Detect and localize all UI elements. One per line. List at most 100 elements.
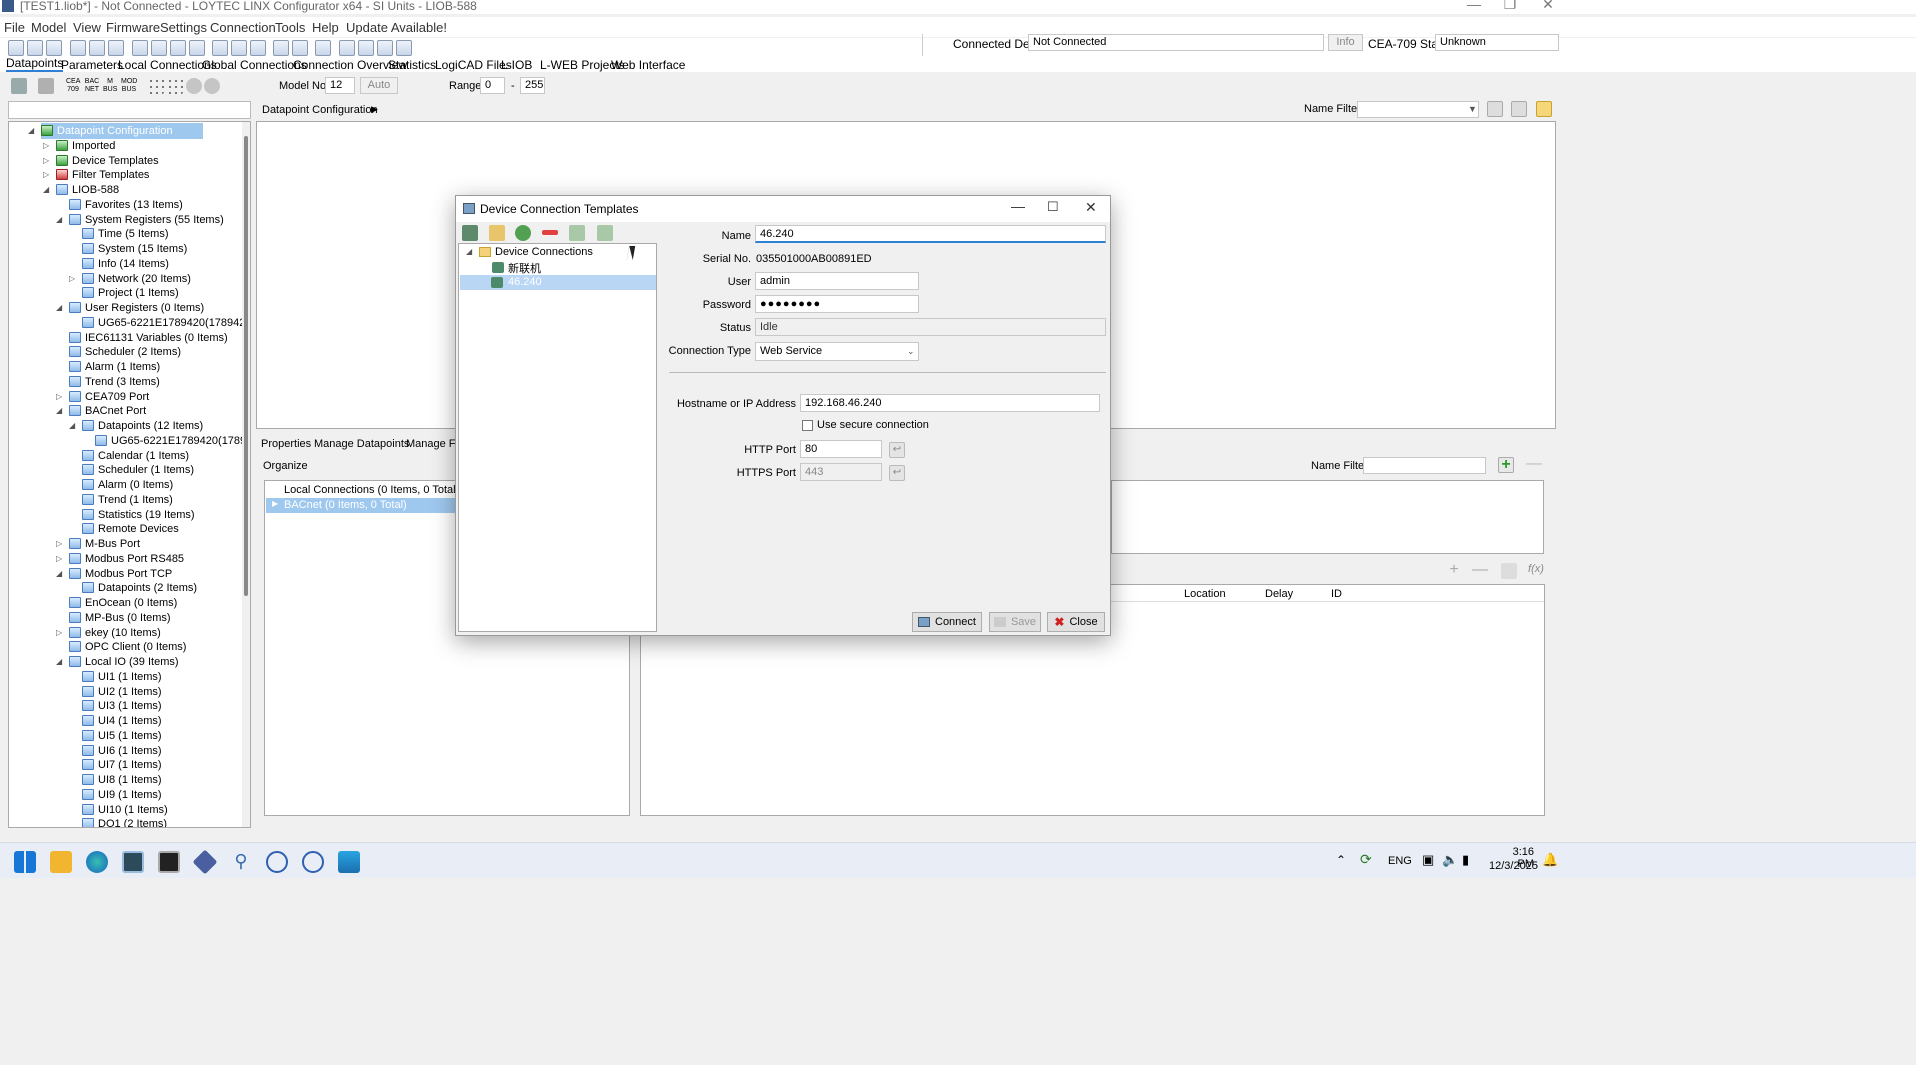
globe-icon-2[interactable] (302, 851, 324, 873)
tree-item[interactable]: ◢ Datapoints (12 Items) (69, 418, 203, 434)
tree-item[interactable]: Project (1 Items) (82, 285, 179, 301)
tree-scrollbar[interactable] (242, 122, 250, 827)
filter-options-icon[interactable] (1487, 101, 1503, 117)
tree-device-connections[interactable]: Device Connections (495, 246, 593, 258)
tree-item[interactable]: UI7 (1 Items) (82, 757, 162, 773)
tree-item[interactable]: UG65-6221E1789420(178942) (12... (95, 433, 250, 449)
tree-device-46240[interactable]: 46.240 (508, 276, 542, 288)
settings-icon[interactable] (189, 40, 205, 56)
tab-manage-datapoints[interactable]: Manage Datapoints (314, 438, 409, 450)
user-input[interactable]: admin (755, 272, 919, 290)
tree-item[interactable]: UI8 (1 Items) (82, 772, 162, 788)
grid-header-location[interactable]: Location (1184, 588, 1226, 600)
tree-item[interactable]: ▷ Network (20 Items) (69, 271, 191, 287)
grid-add-icon[interactable]: + (1446, 562, 1462, 579)
tree-item[interactable]: UI6 (1 Items) (82, 743, 162, 759)
grid-remove-icon[interactable]: — (1472, 562, 1488, 579)
edge-browser-icon[interactable] (86, 851, 108, 873)
tree-item[interactable]: IEC61131 Variables (0 Items) (69, 330, 228, 346)
connection-type-chevron-icon[interactable]: ⌄ (907, 346, 915, 357)
expand-arrow-icon[interactable]: ▷ (43, 153, 49, 169)
download-device-icon[interactable] (515, 225, 531, 241)
collapse-arrow-icon[interactable]: ◢ (28, 123, 34, 139)
grid-header-delay[interactable]: Delay (1265, 588, 1293, 600)
collapse-arrow-icon[interactable]: ◢ (43, 182, 49, 198)
bacnet-filter-button[interactable]: BAC NET (84, 78, 100, 94)
menu-connection[interactable]: Connection (210, 20, 276, 35)
hand-icon[interactable] (38, 78, 54, 94)
cea709-filter-button[interactable]: CEA 709 (66, 78, 80, 94)
tree-item[interactable]: ▷ ekey (10 Items) (56, 625, 161, 641)
tree-item[interactable]: UI5 (1 Items) (82, 728, 162, 744)
expand-arrow-icon[interactable]: ▷ (56, 389, 62, 405)
sync-icon[interactable] (204, 78, 220, 94)
menu-file[interactable]: File (4, 20, 25, 35)
paste-device-icon[interactable] (597, 225, 613, 241)
clock-date[interactable]: 12/3/2025 (1489, 860, 1538, 872)
dialog-maximize-icon[interactable]: ☐ (1047, 199, 1059, 215)
grid-dots-icon-2[interactable] (167, 78, 183, 94)
tree-item[interactable]: OPC Client (0 Items) (69, 639, 186, 655)
mbus-filter-button[interactable]: M BUS (103, 78, 117, 94)
tree-item[interactable]: EnOcean (0 Items) (69, 595, 177, 611)
tree-item[interactable]: ▷ Device Templates (43, 153, 159, 169)
folder-search-icon[interactable] (1536, 101, 1552, 117)
import-icon[interactable] (339, 40, 355, 56)
tree-item[interactable]: ◢ User Registers (0 Items) (56, 300, 204, 316)
language-indicator[interactable]: ENG (1388, 855, 1412, 867)
grid-edit-icon[interactable] (1501, 563, 1517, 579)
remove-device-icon[interactable] (542, 230, 558, 235)
collapse-arrow-icon[interactable]: ◢ (56, 654, 62, 670)
tree-item[interactable]: Alarm (0 Items) (82, 477, 173, 493)
collapse-arrow-icon[interactable]: ◢ (56, 566, 62, 582)
connect-button[interactable]: Connect (912, 612, 982, 632)
tree-search-input[interactable] (8, 101, 251, 119)
collapse-arrow-icon[interactable]: ◢ (56, 212, 62, 228)
tree-item[interactable]: ▷ Modbus Port RS485 (56, 551, 184, 567)
tree-item[interactable]: ◢ Local IO (39 Items) (56, 654, 179, 670)
expand-arrow-icon[interactable]: ▶ (272, 499, 278, 508)
list-icon[interactable] (396, 40, 412, 56)
breadcrumb[interactable]: Datapoint Configuration (262, 104, 378, 116)
app-icon-4[interactable] (338, 851, 360, 873)
app-icon-3[interactable] (192, 849, 218, 875)
tree-device-new[interactable]: 新联机 (508, 260, 541, 276)
tree-item[interactable]: Remote Devices (82, 521, 179, 537)
connection-type-select[interactable]: Web Service (755, 342, 919, 361)
tree-item[interactable]: ▷ Imported (43, 138, 115, 154)
breadcrumb-arrow-icon[interactable]: ▶ (371, 104, 378, 115)
tree-item[interactable]: Time (5 Items) (82, 226, 169, 242)
tree-item[interactable]: Alarm (1 Items) (69, 359, 160, 375)
tree-item[interactable]: Scheduler (2 Items) (69, 344, 181, 360)
print-icon[interactable] (70, 40, 86, 56)
expand-arrow-icon[interactable]: ▷ (43, 167, 49, 183)
collapse-arrow-icon[interactable]: ◢ (56, 403, 62, 419)
info-button[interactable]: Info (1328, 34, 1363, 51)
menu-model[interactable]: Model (31, 20, 66, 35)
https-port-reset-icon[interactable]: ↩ (889, 465, 905, 481)
tree-item[interactable]: UI10 (1 Items) (82, 802, 168, 818)
filter-clear-icon[interactable] (1511, 101, 1527, 117)
menu-tools[interactable]: Tools (275, 20, 305, 35)
function-icon[interactable]: f(x) (1528, 563, 1544, 579)
collapse-arrow-icon[interactable]: ◢ (69, 418, 75, 434)
device-icon[interactable] (132, 40, 148, 56)
tree-item[interactable]: ▷ Filter Templates (43, 167, 149, 183)
upload-icon[interactable] (231, 40, 247, 56)
arrow-down-icon[interactable] (292, 40, 308, 56)
menu-help[interactable]: Help (312, 20, 339, 35)
tray-sync-icon[interactable]: ⟳ (1360, 851, 1372, 868)
menu-update-available[interactable]: Update Available! (346, 20, 447, 35)
tree-item[interactable]: Info (14 Items) (82, 256, 169, 272)
tree-item[interactable]: UG65-6221E1789420(178942) (0 Ite... (82, 315, 250, 331)
arrow-up-icon[interactable] (273, 40, 289, 56)
gear-icon[interactable] (11, 78, 27, 94)
file-explorer-icon[interactable] (50, 851, 72, 873)
auto-button[interactable]: Auto (360, 77, 398, 94)
app-icon-1[interactable] (122, 851, 144, 873)
refresh-icon[interactable] (186, 78, 202, 94)
tree-item[interactable]: UI2 (1 Items) (82, 684, 162, 700)
tree-item[interactable]: Scheduler (1 Items) (82, 462, 194, 478)
tree-item[interactable]: Trend (3 Items) (69, 374, 160, 390)
save-button[interactable]: Save (989, 612, 1041, 632)
